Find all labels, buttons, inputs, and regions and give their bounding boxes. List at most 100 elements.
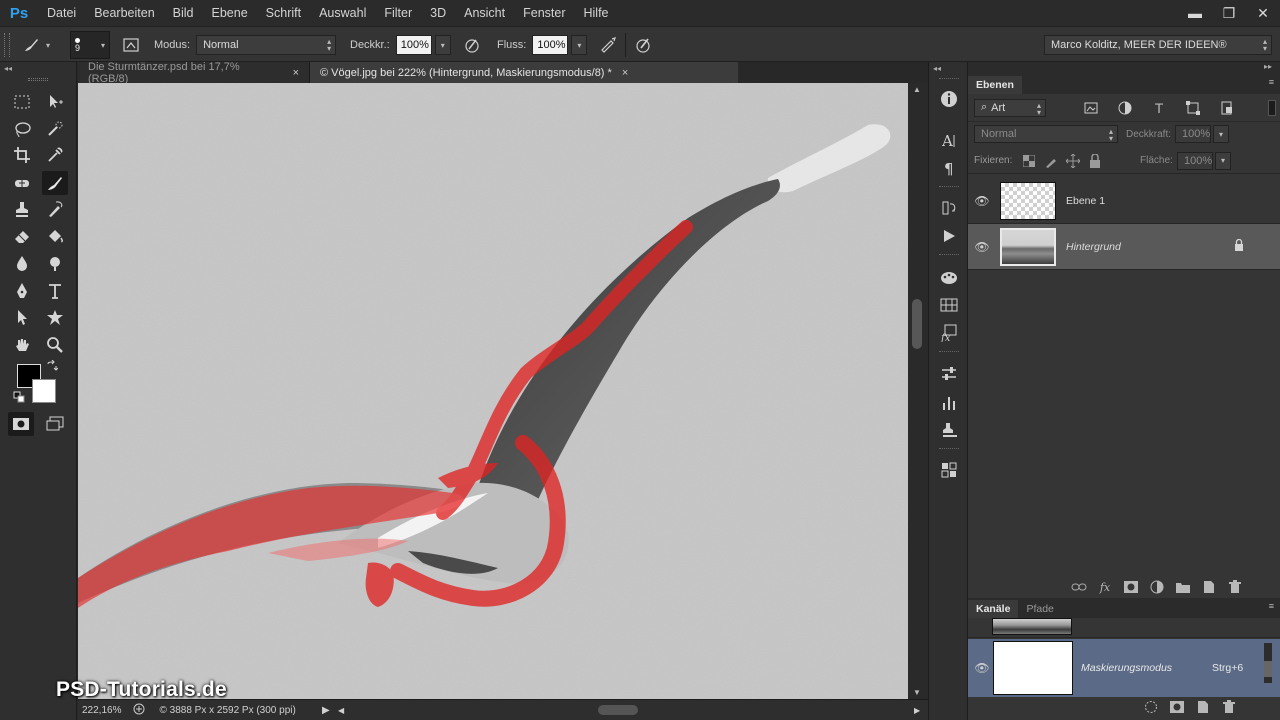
channel-row-partial[interactable] (968, 618, 1280, 638)
menu-ebene[interactable]: Ebene (203, 0, 257, 26)
visibility-eye-icon[interactable]: 👁︎ (968, 661, 996, 675)
menu-datei[interactable]: Datei (38, 0, 85, 26)
marquee-icon[interactable] (9, 90, 35, 114)
lasso-icon[interactable] (9, 117, 35, 141)
channels-scrollbar[interactable] (1264, 643, 1272, 683)
load-channel-selection-icon[interactable] (1138, 698, 1164, 716)
menu-ansicht[interactable]: Ansicht (455, 0, 514, 26)
visibility-eye-icon[interactable]: 👁︎ (968, 240, 996, 254)
restore-button[interactable]: ❐ (1212, 0, 1246, 26)
tab-paths[interactable]: Pfade (1018, 600, 1061, 618)
close-button[interactable]: ✕ (1246, 0, 1280, 26)
tab-layers[interactable]: Ebenen (968, 76, 1022, 94)
screen-mode-icon[interactable] (42, 412, 68, 436)
color-icon[interactable] (935, 265, 963, 289)
quick-selection-icon[interactable] (42, 117, 68, 141)
hscroll-right-icon[interactable]: ▶ (914, 706, 920, 715)
new-group-icon[interactable] (1170, 578, 1196, 596)
lock-all-icon[interactable] (1084, 152, 1106, 170)
scroll-down-icon[interactable]: ▼ (913, 688, 921, 697)
flow-input[interactable]: 100% (532, 35, 569, 55)
channel-row-maskierungsmodus[interactable]: 👁︎ Maskierungsmodus Strg+6 (968, 639, 1280, 697)
filter-toggle-switch[interactable] (1268, 99, 1276, 116)
flow-slider-arrow-icon[interactable]: ▾ (571, 35, 588, 55)
vertical-scroll-thumb[interactable] (912, 299, 922, 349)
menu-3d[interactable]: 3D (421, 0, 455, 26)
document-tab-sturmtaenzer[interactable]: Die Sturmtänzer.psd bei 17,7% (RGB/8) × (78, 61, 310, 85)
brush-panel-toggle-icon[interactable] (118, 33, 144, 57)
channels-scroll-thumb[interactable] (1264, 661, 1272, 677)
filter-adjustment-icon[interactable] (1112, 99, 1138, 117)
document-canvas[interactable] (78, 83, 908, 699)
vertical-scrollbar[interactable]: ▲ ▼ (908, 83, 928, 699)
collapse-toolbar-icon[interactable]: ◂◂ (4, 64, 12, 73)
menu-bild[interactable]: Bild (164, 0, 203, 26)
lock-transparency-icon[interactable] (1018, 152, 1040, 170)
layer-style-fx-icon[interactable]: fx (1092, 578, 1118, 596)
paint-bucket-icon[interactable] (42, 224, 68, 248)
menu-fenster[interactable]: Fenster (514, 0, 574, 26)
layer-filter-kind-dropdown[interactable]: ⌕ Art ▴ ▾ (974, 98, 1046, 117)
link-layers-icon[interactable] (1066, 578, 1092, 596)
lock-pixels-icon[interactable] (1040, 152, 1062, 170)
filter-smart-object-icon[interactable] (1214, 99, 1240, 117)
blur-icon[interactable] (9, 251, 35, 275)
collapse-panels-icon[interactable]: ▸▸ (1264, 62, 1272, 71)
zoom-icon[interactable] (42, 333, 68, 357)
horizontal-scroll-thumb[interactable] (598, 705, 638, 715)
swatches-icon[interactable] (935, 293, 963, 317)
layer-row-hintergrund[interactable]: 👁︎ Hintergrund (968, 224, 1280, 270)
document-tab-voegel[interactable]: © Vögel.jpg bei 222% (Hintergrund, Maski… (310, 62, 738, 83)
layer-opacity-arrow-icon[interactable]: ▾ (1213, 125, 1230, 143)
hand-icon[interactable] (9, 333, 35, 357)
paragraph-icon[interactable]: ¶ (935, 156, 963, 180)
type-icon[interactable] (42, 279, 68, 303)
layer-row-ebene-1[interactable]: 👁︎ Ebene 1 (968, 178, 1280, 224)
delete-layer-icon[interactable] (1222, 578, 1248, 596)
filter-pixel-icon[interactable] (1078, 99, 1104, 117)
visibility-eye-icon[interactable]: 👁︎ (968, 194, 996, 208)
crop-icon[interactable] (9, 143, 35, 167)
quick-mask-icon[interactable] (8, 412, 34, 436)
pressure-opacity-icon[interactable] (459, 33, 485, 57)
info-icon[interactable] (935, 87, 963, 111)
opacity-slider-arrow-icon[interactable]: ▾ (434, 35, 451, 55)
fill-input[interactable]: 100% (1177, 151, 1213, 170)
brush-icon[interactable] (42, 171, 68, 195)
channels-panel-menu-icon[interactable]: ≡ (1269, 601, 1274, 611)
swap-colors-icon[interactable] (44, 358, 60, 374)
menu-hilfe[interactable]: Hilfe (575, 0, 618, 26)
eyedropper-icon[interactable] (42, 143, 68, 167)
delete-channel-icon[interactable] (1216, 698, 1242, 716)
clone-source-icon[interactable] (935, 418, 963, 442)
save-selection-channel-icon[interactable] (1164, 698, 1190, 716)
scroll-up-icon[interactable]: ▲ (913, 85, 921, 94)
layers-panel-menu-icon[interactable]: ≡ (1269, 77, 1274, 87)
close-tab-icon[interactable]: × (293, 67, 299, 79)
zoom-level[interactable]: 222,16% (82, 705, 121, 716)
dodge-icon[interactable] (42, 251, 68, 275)
tool-preset-brush-icon[interactable] (18, 33, 44, 57)
opacity-input[interactable]: 100% (395, 35, 432, 55)
brush-presets-icon[interactable] (935, 390, 963, 414)
character-icon[interactable]: A (935, 128, 963, 152)
new-channel-icon[interactable] (1190, 698, 1216, 716)
menu-auswahl[interactable]: Auswahl (310, 0, 375, 26)
blend-mode-dropdown[interactable]: Normal ▴ ▾ (974, 125, 1118, 143)
expand-dock-icon[interactable]: ◂◂ (933, 64, 941, 73)
brush-size-picker[interactable]: 9 ▾ (70, 31, 110, 59)
pressure-size-icon[interactable] (630, 33, 656, 57)
mode-dropdown[interactable]: Normal ▴ ▾ (196, 35, 337, 55)
shape-icon[interactable] (42, 305, 68, 329)
menu-bearbeiten[interactable]: Bearbeiten (85, 0, 163, 26)
new-layer-icon[interactable] (1196, 578, 1222, 596)
pen-icon[interactable] (9, 279, 35, 303)
add-mask-icon[interactable] (1118, 578, 1144, 596)
3d-icon[interactable] (935, 458, 963, 482)
background-color-swatch[interactable] (32, 379, 56, 403)
status-options-icon[interactable] (133, 703, 145, 718)
layer-opacity-input[interactable]: 100% (1175, 125, 1212, 143)
lock-position-icon[interactable] (1062, 152, 1084, 170)
tool-preset-arrow-icon[interactable]: ▾ (46, 41, 50, 50)
filter-type-icon[interactable]: T (1146, 99, 1172, 117)
